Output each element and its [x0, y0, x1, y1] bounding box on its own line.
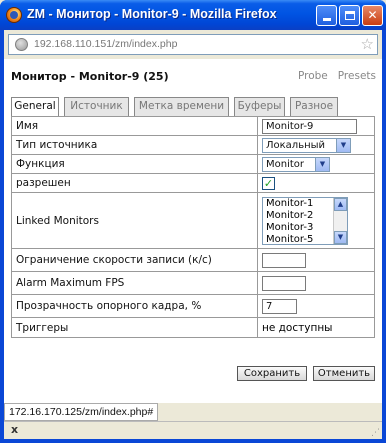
enabled-label: разрешен	[12, 174, 258, 192]
name-label: Имя	[12, 117, 258, 135]
monitor-form: Имя Тип источника Локальный ▼ Функция Mon…	[11, 116, 375, 338]
chevron-up-icon[interactable]: ▲	[334, 197, 347, 211]
source-type-select[interactable]: Локальный ▼	[262, 137, 351, 153]
status-text: 172.16.170.125/zm/index.php#	[4, 403, 159, 421]
close-icon[interactable]: x	[11, 423, 18, 436]
chevron-down-icon: ▼	[315, 157, 329, 171]
max-rate-label: Ограничение скорости записи (к/с)	[12, 249, 258, 271]
tab-timestamp[interactable]: Метка времени	[134, 97, 229, 116]
tab-buffers[interactable]: Буферы	[234, 97, 285, 116]
maximize-icon	[344, 11, 355, 20]
form-row: Alarm Maximum FPS	[12, 272, 374, 295]
maximize-button[interactable]	[339, 5, 360, 26]
tab-misc[interactable]: Разное	[290, 97, 338, 116]
page-title: Монитор - Monitor-9 (25)	[11, 70, 169, 83]
form-row: Функция Monitor ▼	[12, 155, 374, 174]
form-row: Тип источника Локальный ▼	[12, 136, 374, 155]
cancel-button[interactable]: Отменить	[313, 366, 375, 381]
chevron-down-icon[interactable]: ▼	[334, 230, 347, 244]
chevron-down-icon: ▼	[336, 138, 350, 152]
resize-grip-icon[interactable]: ⋰	[371, 428, 380, 438]
ref-blend-label: Прозрачность опорного кадра, %	[12, 295, 258, 317]
linked-monitors-listbox[interactable]: Monitor-1 Monitor-2 Monitor-3 Monitor-5 …	[262, 196, 348, 245]
triggers-value: не доступны	[262, 321, 333, 334]
probe-link[interactable]: Probe	[298, 70, 328, 82]
url-field[interactable]: 192.168.110.151/zm/index.php ☆	[8, 34, 378, 55]
browser-window: ZM - Монитор - Monitor-9 - Mozilla Firef…	[0, 0, 386, 443]
close-icon: ✕	[367, 8, 378, 22]
max-rate-input[interactable]	[262, 252, 306, 268]
minimize-button[interactable]	[316, 5, 337, 26]
function-label: Функция	[12, 155, 258, 173]
tab-general[interactable]: General	[11, 97, 59, 117]
status-bar: 172.16.170.125/zm/index.php#	[4, 403, 382, 421]
close-window-button[interactable]: ✕	[362, 5, 383, 26]
title-bar[interactable]: ZM - Монитор - Monitor-9 - Mozilla Firef…	[0, 0, 386, 30]
tab-source[interactable]: Источник	[64, 97, 129, 116]
function-select[interactable]: Monitor ▼	[262, 156, 330, 172]
form-row: Триггеры не доступны	[12, 318, 374, 337]
form-row: разрешен ✓	[12, 174, 374, 193]
name-input[interactable]	[262, 118, 357, 134]
save-button[interactable]: Сохранить	[237, 366, 307, 381]
source-type-value: Локальный	[266, 139, 326, 151]
window-title: ZM - Монитор - Monitor-9 - Mozilla Firef…	[27, 7, 277, 21]
alarm-fps-input[interactable]	[262, 275, 306, 291]
checkmark-icon: ✓	[263, 176, 274, 190]
header-links: Probe Presets	[288, 70, 376, 82]
form-row: Прозрачность опорного кадра, %	[12, 295, 374, 318]
url-bar: 192.168.110.151/zm/index.php ☆	[4, 30, 382, 59]
firefox-icon	[6, 7, 22, 23]
url-text[interactable]: 192.168.110.151/zm/index.php	[34, 38, 177, 50]
page-content: Монитор - Monitor-9 (25) Probe Presets Ge…	[4, 59, 382, 403]
enabled-checkbox[interactable]: ✓	[262, 176, 275, 190]
linked-monitors-label: Linked Monitors	[12, 193, 258, 248]
form-row: Linked Monitors Monitor-1 Monitor-2 Moni…	[12, 193, 374, 249]
presets-link[interactable]: Presets	[338, 70, 376, 82]
find-bar: x ⋰	[4, 421, 382, 439]
source-type-label: Тип источника	[12, 136, 258, 154]
alarm-fps-label: Alarm Maximum FPS	[12, 272, 258, 294]
form-row: Имя	[12, 117, 374, 136]
function-value: Monitor	[266, 158, 305, 170]
scrollbar[interactable]: ▲ ▼	[333, 197, 347, 244]
bookmark-star-icon[interactable]: ☆	[361, 35, 374, 53]
triggers-label: Триггеры	[12, 318, 258, 337]
globe-icon	[15, 38, 28, 51]
ref-blend-input[interactable]	[262, 298, 297, 314]
form-row: Ограничение скорости записи (к/с)	[12, 249, 374, 272]
minimize-icon	[322, 18, 331, 21]
